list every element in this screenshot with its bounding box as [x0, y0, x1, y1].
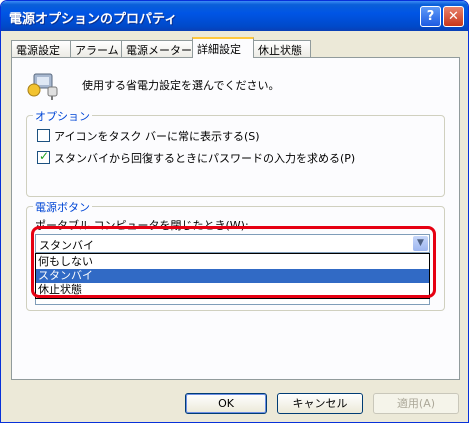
options-group: オプション アイコンをタスク バーに常に表示する(S) ✓ スタンバイから回復する… — [26, 108, 445, 197]
tab-power-schemes[interactable]: 電源設定 — [11, 40, 71, 57]
close-button[interactable]: ✕ — [443, 6, 464, 27]
tab-alarms[interactable]: アラーム — [70, 40, 122, 57]
header-text: 使用する省電力設定を選んでください。 — [82, 79, 280, 92]
window-title: 電源オプションのプロパティ — [9, 12, 178, 27]
tab-advanced[interactable]: 詳細設定 — [192, 37, 254, 58]
always-show-icon-row[interactable]: アイコンをタスク バーに常に表示する(S) — [37, 128, 260, 144]
prompt-password-label: スタンバイから回復するときにパスワードの入力を求める(P) — [54, 152, 356, 165]
prompt-password-row[interactable]: ✓ スタンバイから回復するときにパスワードの入力を求める(P) — [37, 149, 356, 166]
always-show-icon-label: アイコンをタスク バーに常に表示する(S) — [54, 130, 260, 143]
checkmark-icon: ✓ — [39, 149, 50, 163]
obscured-combobox — [35, 299, 430, 305]
cancel-button[interactable]: キャンセル — [277, 393, 363, 414]
properties-window: 電源オプションのプロパティ ? ✕ 電源設定 アラーム 電源メーター 詳細設定 … — [0, 0, 469, 423]
highlight-annotation — [31, 226, 436, 298]
power-buttons-legend: 電源ボタン — [33, 199, 92, 215]
help-button[interactable]: ? — [420, 6, 441, 27]
title-bar[interactable]: 電源オプションのプロパティ ? ✕ — [1, 1, 468, 31]
apply-button[interactable]: 適用(A) — [373, 393, 459, 414]
options-legend: オプション — [33, 108, 92, 124]
ok-button[interactable]: OK — [185, 393, 267, 414]
tab-power-meter[interactable]: 電源メーター — [121, 40, 193, 57]
tab-hibernate[interactable]: 休止状態 — [253, 40, 311, 57]
advanced-tab-panel: 使用する省電力設定を選んでください。 オプション アイコンをタスク バーに常に表… — [11, 57, 460, 380]
prompt-password-checkbox[interactable]: ✓ — [37, 149, 50, 164]
power-plug-computer-icon — [27, 73, 58, 100]
always-show-icon-checkbox[interactable] — [37, 129, 50, 142]
